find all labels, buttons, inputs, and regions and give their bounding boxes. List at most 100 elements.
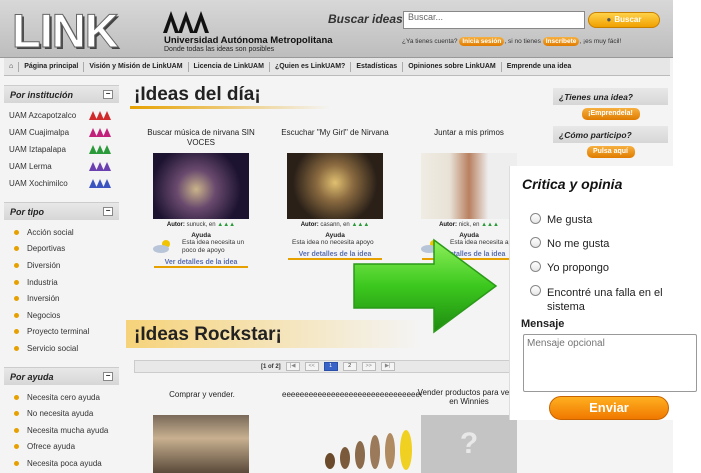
idea-image[interactable]: [421, 153, 517, 219]
type-label: Servicio social: [27, 343, 79, 353]
page-2-button[interactable]: 2: [342, 362, 357, 371]
type-item[interactable]: Servicio social: [4, 340, 119, 357]
institution-item[interactable]: UAM Xochimilco: [4, 175, 119, 192]
xochimilco-logo-icon: [89, 179, 111, 188]
option-yo-propongo[interactable]: Yo propongo: [530, 261, 609, 274]
help-item[interactable]: Ofrece ayuda: [4, 439, 119, 456]
nav-item-inicio[interactable]: Página principal: [19, 61, 85, 72]
nav-item-opiniones[interactable]: Opiniones sobre LinkUAM: [403, 61, 502, 72]
first-page-button[interactable]: |◀: [285, 362, 300, 371]
type-item[interactable]: Negocios: [4, 307, 119, 324]
help-item[interactable]: Necesita cero ayuda: [4, 389, 119, 406]
link-logo[interactable]: LINK: [12, 6, 120, 55]
institution-title: Por institución: [10, 90, 73, 100]
help-label: Necesita poca ayuda: [27, 458, 102, 468]
collapse-icon[interactable]: −: [103, 90, 113, 99]
next-page-button[interactable]: >>: [361, 362, 376, 371]
radio-button[interactable]: [530, 213, 541, 224]
institution-item[interactable]: UAM Lerma: [4, 158, 119, 175]
idea-title[interactable]: Buscar música de nirvana SIN VOCES: [146, 128, 256, 150]
option-falla[interactable]: Encontré una falla en el sistema: [530, 285, 700, 314]
type-label: Diversión: [27, 260, 61, 270]
author-name[interactable]: casann: [320, 222, 339, 228]
idea-image[interactable]: [287, 153, 383, 219]
option-no-me-gusta[interactable]: No me gusta: [530, 237, 609, 250]
nav-item-quien[interactable]: ¿Quien es LinkUAM?: [270, 61, 352, 72]
option-me-gusta[interactable]: Me gusta: [530, 213, 593, 226]
evolution-image[interactable]: [320, 415, 416, 473]
author-en: , en: [469, 222, 480, 228]
rockstar-idea-title[interactable]: Comprar y vender.: [150, 390, 254, 400]
nav-item-licencia[interactable]: Licencia de LinkUAM: [189, 61, 270, 72]
iztapalapa-logo-icon: [89, 145, 111, 154]
ideas-del-dia-section: ¡Ideas del día¡: [126, 84, 546, 109]
institution-item[interactable]: UAM Cuajimalpa: [4, 124, 119, 141]
placeholder-image[interactable]: ?: [421, 415, 517, 473]
type-label: Deportivas: [27, 244, 66, 254]
idea-details-link[interactable]: Ver detalles de la idea: [154, 259, 248, 268]
option-label: Me gusta: [547, 214, 593, 226]
radio-button[interactable]: [530, 261, 541, 272]
bullet-icon: [14, 411, 19, 417]
emprendela-button[interactable]: ¡Emprendela!: [581, 108, 640, 120]
author-label: Autor:: [166, 222, 185, 228]
help-item[interactable]: Necesita mucha ayuda: [4, 422, 119, 439]
type-item[interactable]: Acción social: [4, 224, 119, 241]
login-button[interactable]: Inicia sesión: [459, 37, 505, 46]
rockstar-idea-title[interactable]: eeeeeeeeeeeeeeeeeeeeeeeeeeeeeeeeeeeeeeee…: [282, 390, 422, 400]
help-title: Por ayuda: [10, 371, 54, 382]
search-button[interactable]: ● Buscar: [588, 12, 660, 28]
home-icon[interactable]: ⌂: [4, 61, 20, 72]
collapse-icon[interactable]: −: [103, 371, 113, 381]
pulsa-aqui-button[interactable]: Pulsa aquí: [586, 146, 635, 158]
nav-item-estadisticas[interactable]: Estadísticas: [351, 61, 404, 72]
idea-question: ¿Tienes una idea?: [553, 88, 668, 105]
idea-title[interactable]: Juntar a mis primos: [414, 128, 524, 150]
type-item[interactable]: Proyecto terminal: [4, 324, 119, 341]
message-input[interactable]: [523, 334, 697, 392]
last-page-button[interactable]: ▶|: [380, 362, 395, 371]
idea-title[interactable]: Escuchar "My Girl" de Nirvana: [280, 128, 390, 150]
bullet-icon: [14, 296, 19, 302]
author-name[interactable]: nick: [459, 222, 470, 228]
type-item[interactable]: Inversión: [4, 290, 119, 307]
university-tagline: Donde todas las ideas son posibles: [164, 46, 275, 53]
account-end: , ¡es muy fácil!: [579, 38, 622, 45]
send-button[interactable]: Enviar: [549, 396, 669, 420]
prev-page-button[interactable]: <<: [304, 362, 319, 371]
help-label: No necesita ayuda: [27, 409, 94, 419]
campus-logo-icon: ▲▲▲: [217, 222, 236, 228]
type-item[interactable]: Deportivas: [4, 241, 119, 258]
page-1-button[interactable]: 1: [323, 362, 338, 371]
radio-button[interactable]: [530, 237, 541, 248]
help-item[interactable]: No necesita ayuda: [4, 405, 119, 422]
option-label: Encontré una falla en el sistema: [547, 287, 663, 313]
type-item[interactable]: Diversión: [4, 257, 119, 274]
bullet-icon: [14, 229, 19, 235]
author-name[interactable]: sunuck: [187, 222, 206, 228]
nav-item-emprende[interactable]: Emprende una idea: [502, 62, 577, 72]
help-label: Necesita cero ayuda: [27, 392, 100, 402]
type-item[interactable]: Industria: [4, 274, 119, 291]
pager-label: [1 of 2]: [261, 363, 281, 370]
bullet-icon: [14, 460, 19, 466]
site-header: LINK Universidad Autónoma Metropolitana …: [0, 0, 673, 58]
collapse-icon[interactable]: −: [103, 207, 113, 216]
help-item[interactable]: Necesita poca ayuda: [4, 455, 119, 472]
nav-item-vision[interactable]: Visión y Misión de LinkUAM: [84, 61, 189, 72]
signup-button[interactable]: Inscríbete: [542, 37, 580, 46]
arrow-right-icon: [353, 238, 498, 334]
type-label: Industria: [27, 277, 58, 287]
bullet-icon: [14, 345, 19, 351]
search-button-label: Buscar: [614, 15, 642, 24]
idea-image[interactable]: [153, 153, 249, 219]
right-sidebar: ¿Tienes una idea? ¡Emprendela! ¿Cómo par…: [553, 88, 668, 164]
author-en: , en: [339, 222, 350, 228]
institution-item[interactable]: UAM Azcapotzalco: [4, 107, 119, 124]
search-input[interactable]: Buscar...: [403, 11, 585, 29]
message-label: Mensaje: [521, 318, 565, 330]
rockstar-idea-image[interactable]: [153, 415, 249, 473]
institution-item[interactable]: UAM Iztapalapa: [4, 141, 119, 158]
rockstar-idea-title[interactable]: Vender productos para venta en Winnies: [414, 388, 524, 406]
bullet-icon: [14, 246, 19, 252]
